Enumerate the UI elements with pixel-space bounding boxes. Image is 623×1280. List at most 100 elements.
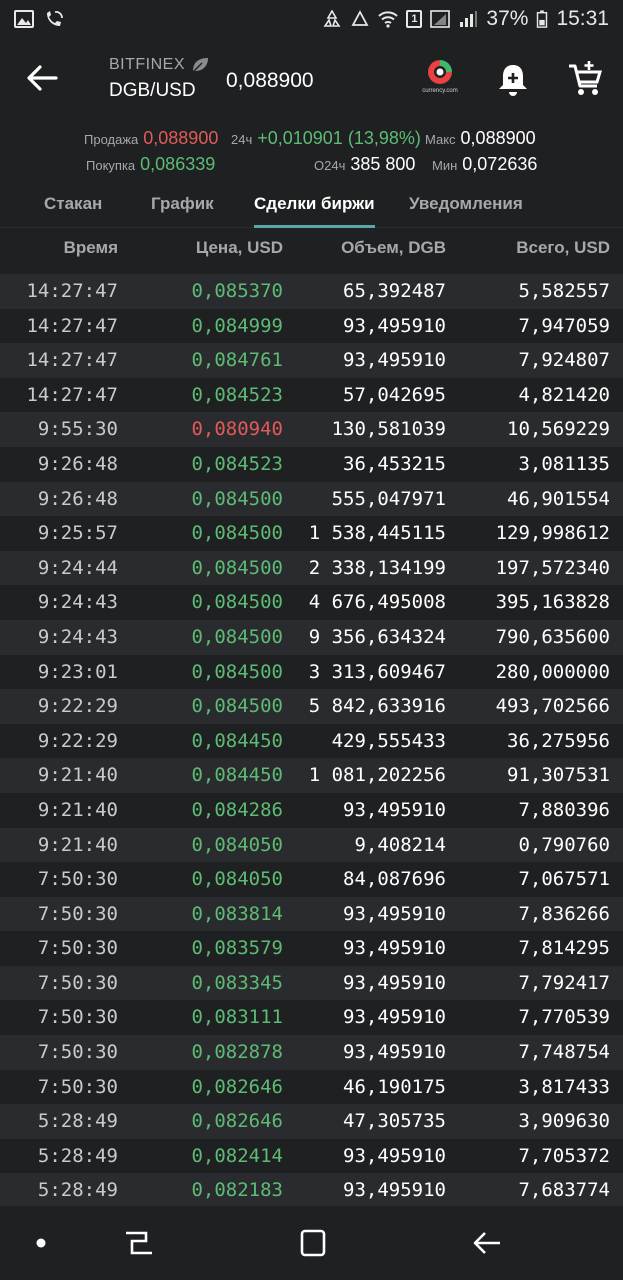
cell-time: 9:24:44	[37, 556, 118, 579]
cell-volume: 47,305735	[343, 1110, 446, 1133]
table-row: 14:27:47 0,084523 57,042695 4,821420	[0, 378, 623, 413]
cell-time: 7:50:30	[37, 971, 118, 994]
cell-volume: 130,581039	[331, 418, 446, 441]
exchange-name: BITFINEX	[109, 56, 209, 74]
column-header-price: Цена, USD	[195, 238, 283, 257]
trades-table-body: 14:27:47 0,085370 65,392487 5,582557 14:27:4…	[0, 274, 623, 1209]
cell-total: 46,901554	[507, 487, 610, 510]
nav-dot-button[interactable]	[24, 1228, 58, 1258]
cell-volume: 65,392487	[343, 280, 446, 302]
table-row: 9:25:57 0,084500 1 538,445115 129,998612	[0, 516, 623, 551]
table-row: 14:27:47 0,084999 93,495910 7,947059	[0, 309, 623, 344]
cell-price: 0,084500	[191, 625, 283, 648]
cell-volume: 555,047971	[331, 487, 446, 510]
sell-value: 0,088900	[143, 128, 219, 148]
table-row: 7:50:30 0,083345 93,495910 7,792417	[0, 965, 623, 1001]
add-to-cart-button[interactable]	[567, 60, 603, 98]
cell-time: 7:50:30	[37, 1041, 118, 1064]
tab-exchange-trades[interactable]: Сделки биржи	[254, 194, 375, 228]
table-row: 7:50:30 0,082878 93,495910 7,748754	[0, 1035, 623, 1070]
cell-volume: 4 676,495008	[308, 591, 446, 614]
battery-percent: 37%	[486, 7, 529, 30]
cell-price: 0,082414	[191, 1144, 283, 1167]
trades-table-header: Время Цена, USD Объем, DGB Всего, USD	[0, 228, 623, 272]
cell-total: 129,998612	[495, 522, 610, 545]
cell-volume: 93,495910	[343, 1006, 446, 1029]
add-alert-button[interactable]	[496, 62, 530, 98]
cell-price: 0,084523	[191, 452, 283, 475]
sim-badge: 1	[406, 10, 423, 28]
cell-price: 0,083814	[191, 902, 283, 925]
back-arrow-icon	[473, 1232, 500, 1254]
cell-total: 3,817433	[518, 1075, 610, 1098]
cell-total: 7,705372	[518, 1144, 610, 1167]
cell-total: 10,569229	[507, 418, 610, 441]
tab-bar: Стакан График Сделки биржи Уведомления	[0, 182, 623, 228]
cell-total: 7,770539	[518, 1006, 610, 1029]
cell-total: 7,924807	[518, 349, 610, 372]
recent-apps-icon	[126, 1231, 152, 1255]
cell-total: 3,081135	[518, 452, 610, 475]
cell-price: 0,084999	[191, 314, 283, 337]
table-row: 9:26:48 0,084500 555,047971 46,901554	[0, 481, 623, 517]
cell-volume: 84,087696	[343, 868, 446, 891]
cell-time: 9:26:48	[37, 452, 118, 475]
cell-price: 0,084050	[191, 833, 283, 856]
cell-volume: 57,042695	[343, 383, 446, 406]
cell-total: 7,814295	[518, 937, 610, 960]
cell-price: 0,083111	[191, 1006, 283, 1029]
column-header-total: Всего, USD	[516, 238, 610, 257]
cell-time: 7:50:30	[37, 868, 118, 891]
cell-volume: 93,495910	[343, 349, 446, 372]
table-row: 5:28:49 0,082183 93,495910 7,683774	[0, 1173, 623, 1209]
cell-time: 7:50:30	[37, 902, 118, 925]
home-button[interactable]	[296, 1228, 330, 1258]
cell-time: 9:21:40	[37, 833, 118, 856]
dot-icon	[36, 1238, 46, 1248]
max-stat: Макс 0,088900	[425, 128, 536, 149]
cell-volume: 1 081,202256	[308, 764, 446, 787]
cart-plus-icon	[569, 61, 603, 95]
cell-volume: 5 842,633916	[308, 695, 446, 718]
system-back-button[interactable]	[470, 1228, 504, 1258]
table-row: 9:24:43 0,084500 9 356,634324 790,635600	[0, 619, 623, 655]
cell-volume: 3 313,609467	[308, 660, 446, 683]
wifi-call-icon	[44, 10, 64, 28]
home-square-icon	[300, 1229, 326, 1257]
cell-time: 14:27:47	[26, 314, 118, 337]
gallery-icon	[14, 10, 34, 28]
table-row: 7:50:30 0,084050 84,087696 7,067571	[0, 862, 623, 897]
cell-total: 91,307531	[507, 764, 610, 787]
tab-order-book[interactable]: Стакан	[44, 194, 102, 228]
cell-total: 493,702566	[495, 695, 610, 718]
cell-time: 9:21:40	[37, 764, 118, 787]
cell-price: 0,082646	[191, 1075, 283, 1098]
buy-stat: Покупка 0,086339	[86, 154, 215, 175]
cell-total: 4,821420	[518, 383, 610, 406]
cell-total: 395,163828	[495, 591, 610, 614]
cell-time: 9:22:29	[37, 729, 118, 752]
tab-chart[interactable]: График	[151, 194, 214, 228]
tab-notifications[interactable]: Уведомления	[409, 194, 523, 228]
cell-total: 197,572340	[495, 556, 610, 579]
table-row: 14:27:47 0,084761 93,495910 7,924807	[0, 343, 623, 378]
currency-logo[interactable]: currency.com	[418, 58, 462, 102]
cell-volume: 93,495910	[343, 937, 446, 960]
cell-price: 0,083579	[191, 937, 283, 960]
cell-price: 0,084286	[191, 798, 283, 821]
table-row: 5:28:49 0,082414 93,495910 7,705372	[0, 1139, 623, 1174]
logo-caption: currency.com	[422, 88, 458, 94]
cell-total: 7,947059	[518, 314, 610, 337]
cell-total: 7,792417	[518, 971, 610, 994]
recent-apps-button[interactable]	[122, 1228, 156, 1258]
table-row: 9:21:40 0,084050 9,408214 0,790760	[0, 827, 623, 863]
sell-stat: Продажа 0,088900	[84, 128, 218, 149]
market-stats: Продажа 0,088900 Покупка 0,086339 24ч +0…	[0, 124, 623, 182]
bell-plus-icon	[499, 65, 527, 96]
table-row: 9:22:29 0,084450 429,555433 36,275956	[0, 724, 623, 759]
cell-volume: 93,495910	[343, 902, 446, 925]
back-button[interactable]	[24, 60, 60, 96]
table-row: 14:27:47 0,085370 65,392487 5,582557	[0, 274, 623, 309]
cell-price: 0,084500	[191, 695, 283, 718]
cell-price: 0,084500	[191, 660, 283, 683]
